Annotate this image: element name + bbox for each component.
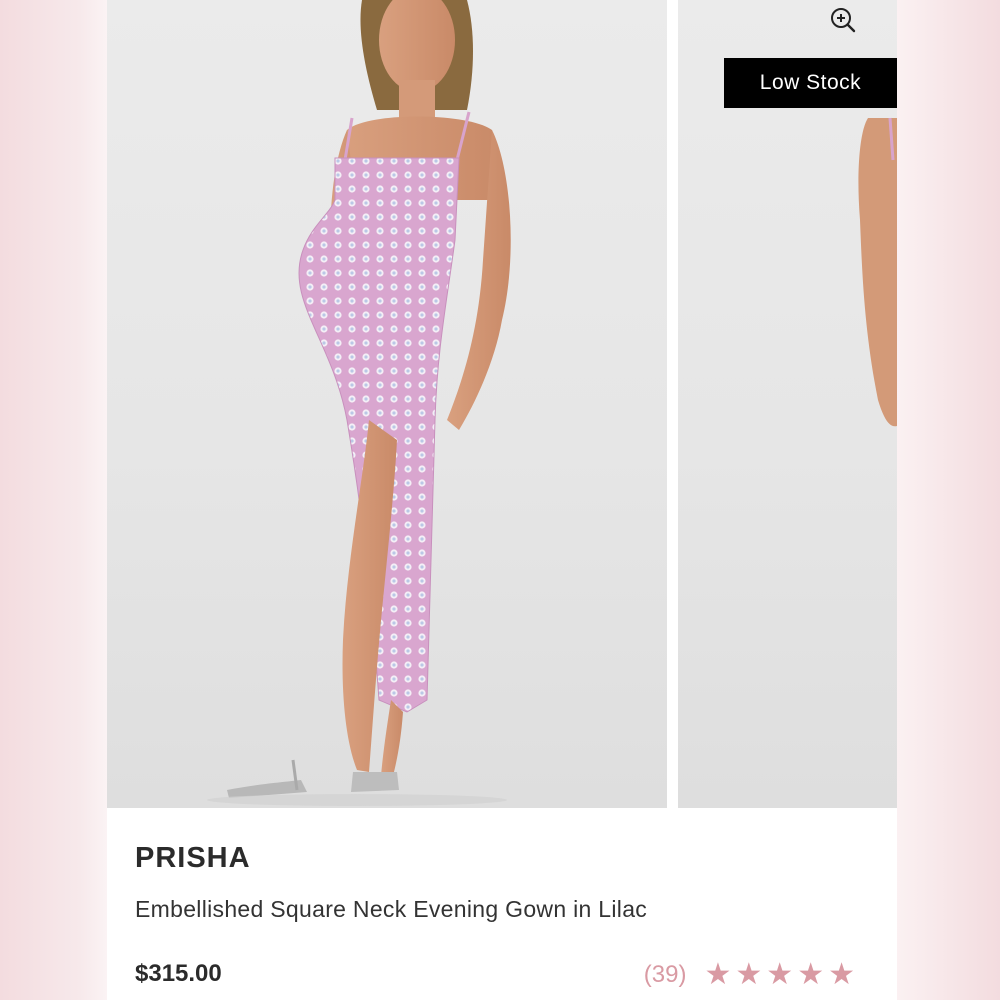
star-icon: ★ — [735, 958, 763, 991]
brand-name[interactable]: PRISHA — [135, 842, 251, 875]
rating[interactable]: (39) ★ ★ ★ ★ ★ — [644, 960, 855, 990]
star-rating: ★ ★ ★ ★ ★ — [704, 960, 855, 990]
model-partial-illustration — [858, 117, 897, 427]
product-info: PRISHA Embellished Square Neck Evening G… — [107, 808, 897, 1000]
review-count[interactable]: (39) — [644, 961, 687, 989]
product-image-next[interactable] — [678, 0, 897, 808]
star-icon: ★ — [766, 958, 794, 991]
zoom-in-icon — [831, 8, 856, 33]
star-icon: ★ — [828, 958, 855, 991]
product-card: Low Stock PRISHA Embellished Square Neck… — [107, 0, 897, 1000]
product-title[interactable]: Embellished Square Neck Evening Gown in … — [135, 896, 647, 923]
low-stock-badge: Low Stock — [724, 58, 897, 108]
star-icon: ★ — [704, 958, 732, 991]
zoom-button[interactable] — [829, 6, 859, 36]
product-image-main[interactable] — [107, 0, 667, 808]
model-in-gown-illustration — [207, 0, 511, 806]
star-icon: ★ — [797, 958, 825, 991]
product-price: $315.00 — [135, 960, 222, 987]
image-gallery[interactable]: Low Stock — [107, 0, 897, 808]
